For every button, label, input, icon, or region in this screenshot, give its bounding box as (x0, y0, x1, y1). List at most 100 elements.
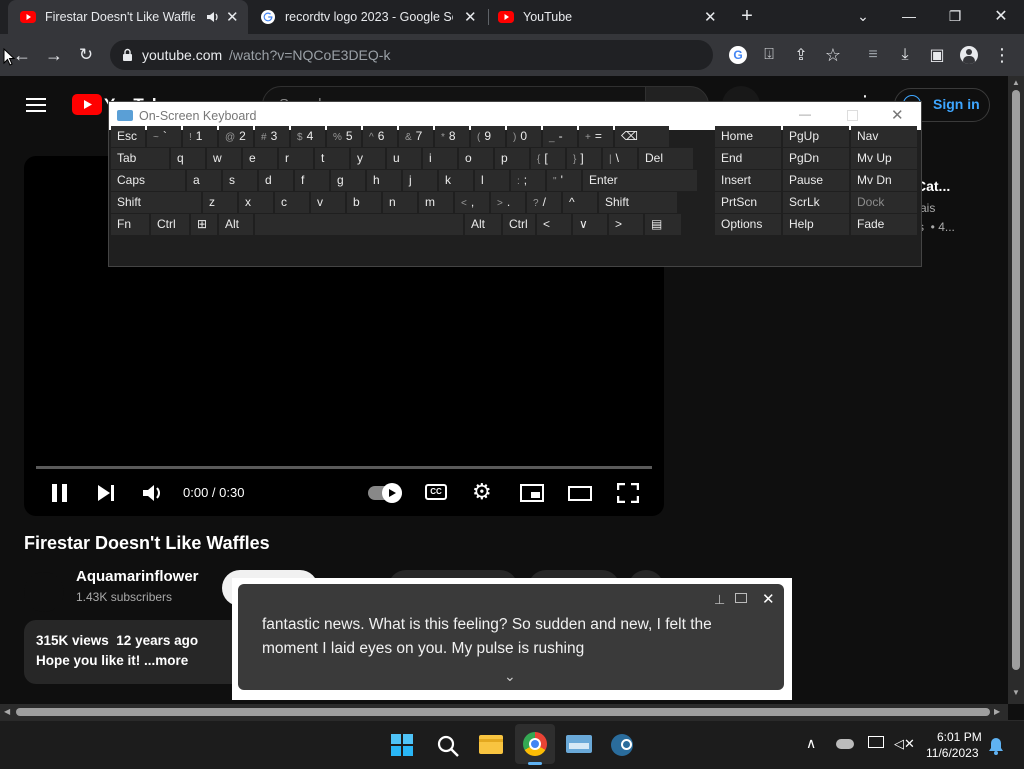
osk-nav-key[interactable]: Help (783, 214, 849, 235)
scroll-up-arrow-icon[interactable]: ▲ (1012, 78, 1020, 87)
osk-key[interactable]: y (351, 148, 385, 169)
osk-key[interactable]: Alt (465, 214, 501, 235)
osk-key[interactable]: o (459, 148, 493, 169)
google-lens-icon[interactable]: G (729, 46, 747, 64)
osk-key[interactable]: l (475, 170, 509, 191)
osk-key[interactable]: i (423, 148, 457, 169)
hscrollbar-thumb[interactable] (16, 708, 990, 716)
osk-key[interactable]: ▤ (645, 214, 681, 235)
osk-key[interactable]: z (203, 192, 237, 213)
osk-key[interactable]: u (387, 148, 421, 169)
osk-key[interactable]: Ctrl (503, 214, 535, 235)
scroll-left-arrow-icon[interactable]: ◀ (4, 707, 10, 716)
tab-recordtv[interactable]: recordtv logo 2023 - Google Search ✕ (250, 0, 488, 34)
next-video-icon[interactable] (96, 484, 116, 502)
reload-button[interactable]: ↻ (72, 40, 100, 70)
osk-nav-key[interactable]: End (715, 148, 781, 169)
tab-firestar[interactable]: Firestar Doesn't Like Waffles ✕ (8, 0, 248, 34)
onedrive-cloud-icon[interactable] (836, 739, 854, 749)
downloads-icon[interactable]: ⤓ (894, 44, 916, 66)
theater-mode-icon[interactable] (568, 486, 592, 501)
osk-key[interactable]: v (311, 192, 345, 213)
show-hidden-icons-chevron-icon[interactable]: ∧ (806, 735, 816, 752)
tab-youtube[interactable]: YouTube ✕ (490, 0, 722, 34)
osk-nav-key[interactable]: Options (715, 214, 781, 235)
osk-key[interactable]: Esc (111, 126, 145, 147)
volume-icon[interactable] (142, 483, 164, 503)
osk-nav-key[interactable]: Nav (851, 126, 917, 147)
osk-key[interactable]: >. (491, 192, 525, 213)
minimize-window-button[interactable]: — (886, 0, 932, 32)
vertical-scrollbar[interactable]: ▲ ▼ (1008, 76, 1024, 704)
osk-key[interactable]: h (367, 170, 401, 191)
osk-key[interactable]: Ctrl (151, 214, 189, 235)
osk-key[interactable]: :; (511, 170, 545, 191)
osk-key[interactable]: c (275, 192, 309, 213)
osk-key[interactable]: ? / (527, 192, 561, 213)
osk-key[interactable]: _ - (543, 126, 577, 147)
install-app-icon[interactable]: ⍗ (758, 44, 780, 66)
osk-key[interactable] (255, 214, 463, 235)
osk-key[interactable]: " ' (547, 170, 581, 191)
osk-nav-key[interactable]: Dock (851, 192, 917, 213)
osk-key[interactable]: ∨ (573, 214, 607, 235)
osk-nav-key[interactable]: Pause (783, 170, 849, 191)
osk-key[interactable]: Fn (111, 214, 149, 235)
osk-key[interactable]: {[ (531, 148, 565, 169)
share-icon[interactable]: ⇪ (790, 44, 812, 66)
osk-key[interactable]: <, (455, 192, 489, 213)
osk-key[interactable]: Enter (583, 170, 697, 191)
chrome-menu-icon[interactable]: ⋮ (992, 44, 1012, 66)
osk-nav-key[interactable]: PrtScn (715, 192, 781, 213)
description-box[interactable]: 315K views 12 years ago Hope you like it… (24, 620, 244, 684)
osk-nav-key[interactable]: ScrLk (783, 192, 849, 213)
osk-nav-key[interactable]: Home (715, 126, 781, 147)
expand-panel-icon[interactable] (735, 593, 747, 603)
hamburger-menu-icon[interactable] (26, 98, 46, 112)
clock-date[interactable]: 11/6/2023 (926, 746, 979, 760)
file-explorer-icon[interactable] (479, 735, 503, 754)
side-panel-icon[interactable]: ▣ (926, 44, 948, 66)
new-tab-button[interactable]: + (725, 0, 769, 32)
osk-key[interactable]: ! 1 (183, 126, 217, 147)
osk-key[interactable]: (9 (471, 126, 505, 147)
search-icon[interactable] (436, 734, 460, 758)
profile-icon[interactable] (958, 44, 980, 66)
osk-key[interactable]: g (331, 170, 365, 191)
media-controls-icon[interactable]: ≡ (862, 44, 884, 66)
osk-nav-key[interactable]: Fade (851, 214, 917, 235)
osk-key[interactable]: #3 (255, 126, 289, 147)
osk-key[interactable]: Shift (111, 192, 201, 213)
osk-key[interactable]: j (403, 170, 437, 191)
osk-key[interactable]: a (187, 170, 221, 191)
osk-key[interactable]: x (239, 192, 273, 213)
progress-bar[interactable] (36, 466, 652, 469)
close-tab-icon[interactable]: ✕ (464, 8, 477, 26)
osk-key[interactable]: Alt (219, 214, 253, 235)
osk-key[interactable]: ^ 6 (363, 126, 397, 147)
osk-key[interactable]: Shift (599, 192, 677, 213)
fullscreen-icon[interactable] (617, 483, 639, 503)
osk-key[interactable]: Tab (111, 148, 169, 169)
osk-nav-key[interactable]: PgDn (783, 148, 849, 169)
osk-close-button[interactable]: ✕ (891, 106, 904, 124)
notification-bell-icon[interactable] (988, 737, 1004, 755)
scroll-right-arrow-icon[interactable]: ▶ (994, 707, 1000, 716)
osk-key[interactable]: Del (639, 148, 693, 169)
osk-key[interactable]: m (419, 192, 453, 213)
pin-icon[interactable]: ⊥ (714, 592, 725, 608)
close-tab-icon[interactable]: ✕ (704, 8, 717, 26)
osk-key[interactable]: t (315, 148, 349, 169)
osk-key[interactable]: $4 (291, 126, 325, 147)
osk-nav-key[interactable]: Mv Dn (851, 170, 917, 191)
closed-captions-icon[interactable]: CC (425, 484, 447, 500)
restore-window-button[interactable]: ❐ (932, 0, 978, 32)
osk-key[interactable]: e (243, 148, 277, 169)
bookmark-star-icon[interactable]: ☆ (822, 44, 844, 66)
osk-key[interactable]: < (537, 214, 571, 235)
tab-search-chevron-icon[interactable]: ⌄ (840, 0, 886, 32)
osk-nav-key[interactable]: PgUp (783, 126, 849, 147)
caption-close-icon[interactable]: ✕ (762, 590, 775, 608)
forward-button[interactable]: → (40, 40, 68, 70)
osk-key[interactable]: q (171, 148, 205, 169)
